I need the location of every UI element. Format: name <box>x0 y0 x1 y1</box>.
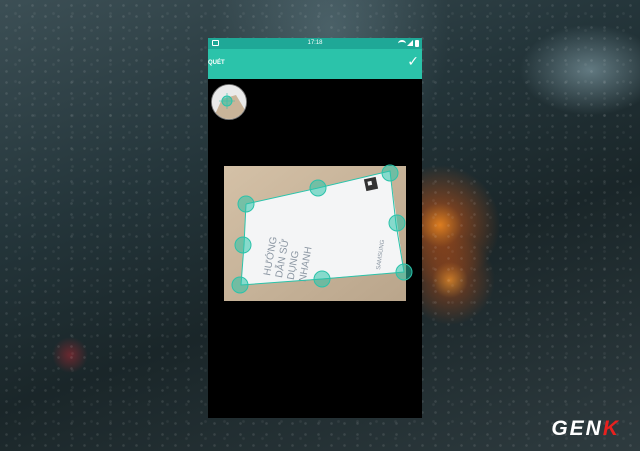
crop-handle-top-right[interactable] <box>381 164 399 182</box>
crop-handle-top-left[interactable] <box>237 195 255 213</box>
phone-screenshot: 17:18 QUÉT ✓ HƯỚNG DẪN SỬ DỤNG NHANH SAM… <box>208 38 422 418</box>
crop-handle-bottom-left[interactable] <box>231 276 249 294</box>
crop-handle-bottom[interactable] <box>313 270 331 288</box>
crop-handle-top[interactable] <box>309 179 327 197</box>
watermark-accent: K <box>602 417 620 440</box>
watermark-prefix: GEN <box>551 417 603 440</box>
genk-watermark: GENK <box>551 417 620 441</box>
crop-handle-right[interactable] <box>388 214 406 232</box>
crop-handle-bottom-right[interactable] <box>395 263 413 281</box>
magnifier-preview <box>211 84 247 120</box>
crop-handle-left[interactable] <box>234 236 252 254</box>
